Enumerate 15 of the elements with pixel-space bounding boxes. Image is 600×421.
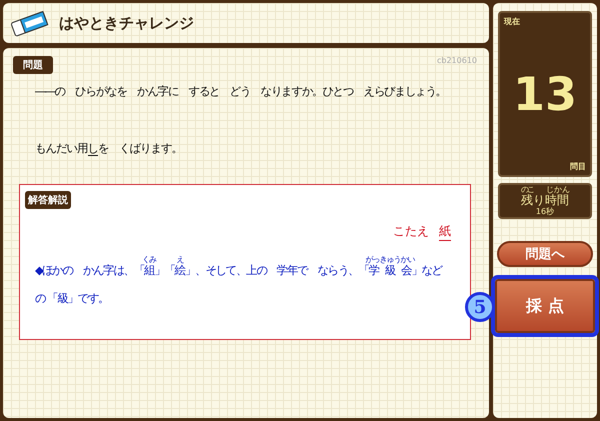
remaining-time: 16秒 — [536, 206, 554, 217]
next-question-button[interactable]: 問題へ — [497, 241, 593, 267]
question-prompt: ――の ひらがなを かん字に すると どう なりますか。ひとつ えらびましょう。 — [35, 84, 448, 99]
question-label: 問題 — [13, 56, 53, 74]
question-sentence: もんだい用 しを くばります。 — [35, 141, 183, 156]
current-label: 現在 — [504, 16, 520, 27]
question-code: cb210610 — [436, 56, 477, 65]
explanation-label: 解答解説 — [25, 191, 71, 209]
question-number: 13 — [512, 66, 578, 123]
app-title: はやときチャレンジ — [59, 14, 194, 32]
answer-text: 紙 — [439, 223, 451, 241]
explanation-text: ◆ほかの かん字は、「組 くみ 」「絵 え 」、そして、上の 学年で ならう、「学級会 がっきゅうかい 」など の 「級」です。 — [35, 255, 444, 307]
unit-label: 問目 — [570, 161, 586, 172]
answer-label: こたえ — [393, 223, 429, 240]
remaining-label: 残 のこ り 時間 じかん — [521, 185, 569, 206]
